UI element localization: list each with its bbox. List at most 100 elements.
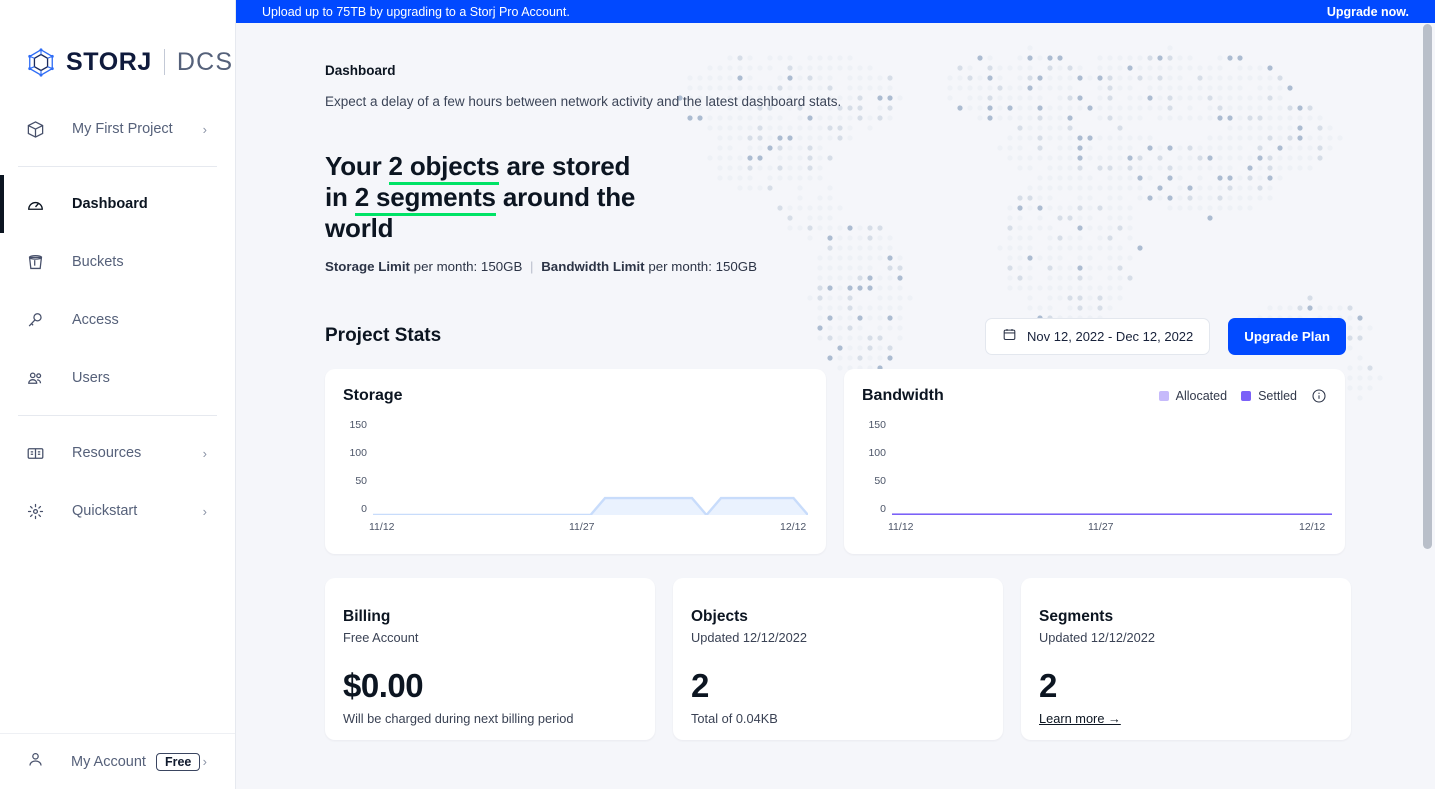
sidebar-item-project[interactable]: My First Project ›: [0, 100, 235, 158]
sidebar-item-dashboard[interactable]: Dashboard: [0, 175, 235, 233]
storage-area-series: [373, 425, 808, 515]
bandwidth-ytick-50: 50: [874, 474, 886, 487]
bucket-icon: [26, 253, 46, 272]
storage-limit-value: per month: 150GB: [413, 258, 523, 274]
product-name: DCS: [176, 47, 234, 76]
objects-card: Objects Updated 12/12/2022 2 Total of 0.…: [673, 577, 1003, 740]
page-scrollbar[interactable]: [1423, 24, 1432, 786]
sidebar-item-project-label: My First Project: [72, 121, 173, 137]
billing-card-value: $0.00: [343, 666, 424, 704]
page-title: Dashboard: [325, 63, 396, 78]
hero-lead: Your: [325, 151, 382, 181]
segments-card: Segments Updated 12/12/2022 2 Learn more…: [1021, 577, 1351, 740]
bandwidth-chart-plot[interactable]: 150 100 50 0 11/12 11/27 12/12: [862, 419, 1327, 537]
bandwidth-xtick-start: 11/12: [888, 520, 914, 533]
limits-line: Storage Limit per month: 150GB | Bandwid…: [325, 259, 1435, 274]
bandwidth-chart-header: Bandwidth Allocated Settled: [862, 387, 1327, 405]
bandwidth-chart-title: Bandwidth: [862, 386, 944, 404]
segments-learn-more-link[interactable]: Learn more →: [1039, 711, 1121, 726]
date-range-value: Nov 12, 2022 - Dec 12, 2022: [1027, 328, 1194, 344]
brand-name: STORJ: [66, 47, 152, 76]
segments-card-value: 2: [1039, 666, 1057, 704]
my-account-button[interactable]: My Account Free ›: [0, 733, 235, 789]
storage-chart-title: Storage: [343, 386, 403, 404]
plan-badge: Free: [155, 752, 201, 771]
bandwidth-line-series: [892, 425, 1332, 515]
project-stats-actions: Nov 12, 2022 - Dec 12, 2022 Upgrade Plan: [985, 317, 1346, 355]
bandwidth-legend: Allocated Settled: [1158, 388, 1327, 404]
summary-cards-row: Billing Free Account $0.00 Will be charg…: [325, 577, 1435, 740]
storage-chart-header: Storage: [343, 387, 808, 405]
gauge-icon: [26, 195, 46, 214]
billing-card-subtitle: Free Account: [343, 629, 419, 645]
sidebar-item-buckets[interactable]: Buckets: [0, 233, 235, 291]
users-icon: [26, 369, 46, 388]
chevron-right-icon: ›: [202, 754, 207, 769]
sidebar: STORJ DCS My First Project › Dashboard B…: [0, 0, 236, 789]
sidebar-item-quickstart-label: Quickstart: [72, 503, 138, 519]
legend-label-allocated: Allocated: [1175, 388, 1228, 403]
legend-swatch-settled: [1241, 390, 1252, 401]
objects-card-subtitle: Updated 12/12/2022: [691, 629, 807, 645]
info-icon[interactable]: [1311, 388, 1327, 404]
charts-row: Storage 150 100 50 0 11/12 11/27 12/12 B…: [325, 368, 1435, 554]
app-window: STORJ DCS My First Project › Dashboard B…: [0, 0, 1435, 789]
legend-item-allocated[interactable]: Allocated: [1158, 388, 1228, 403]
segments-card-subtitle: Updated 12/12/2022: [1039, 629, 1155, 645]
logo-divider: [163, 49, 165, 75]
upgrade-plan-button[interactable]: Upgrade Plan: [1228, 317, 1346, 355]
storage-ytick-100: 100: [349, 446, 367, 459]
sidebar-item-access[interactable]: Access: [0, 291, 235, 349]
book-icon: [26, 444, 46, 463]
upgrade-now-link[interactable]: Upgrade now.: [1327, 5, 1409, 19]
billing-card: Billing Free Account $0.00 Will be charg…: [325, 577, 655, 740]
sidebar-item-resources[interactable]: Resources ›: [0, 424, 235, 482]
person-icon: [26, 750, 45, 773]
bandwidth-xtick-end: 12/12: [1299, 520, 1326, 533]
bandwidth-ytick-150: 150: [868, 418, 886, 431]
bandwidth-xtick-mid: 11/27: [1088, 520, 1114, 533]
storage-ytick-150: 150: [349, 418, 367, 431]
storage-limit-label: Storage Limit: [325, 258, 410, 274]
storage-ytick-50: 50: [355, 474, 367, 487]
bandwidth-limit-label: Bandwidth Limit: [541, 258, 645, 274]
chevron-right-icon: ›: [202, 503, 207, 519]
scrollbar-thumb[interactable]: [1423, 24, 1432, 549]
sidebar-divider-2: [18, 415, 217, 416]
sparkle-icon: [26, 502, 46, 521]
sidebar-item-resources-label: Resources: [72, 445, 142, 461]
storage-chart-card: Storage 150 100 50 0 11/12 11/27 12/12: [325, 368, 826, 554]
storage-chart-plot[interactable]: 150 100 50 0 11/12 11/27 12/12: [343, 419, 808, 537]
bandwidth-ytick-100: 100: [868, 446, 886, 459]
sidebar-item-users-label: Users: [72, 370, 110, 386]
sidebar-item-users[interactable]: Users: [0, 349, 235, 407]
objects-card-footer: Total of 0.04KB: [691, 710, 778, 726]
date-range-picker[interactable]: Nov 12, 2022 - Dec 12, 2022: [985, 317, 1211, 355]
project-stats-header: Project Stats Nov 12, 2022 - Dec 12, 202…: [325, 317, 1346, 355]
storage-xtick-start: 11/12: [369, 520, 395, 533]
sidebar-item-access-label: Access: [72, 312, 119, 328]
chevron-right-icon: ›: [202, 121, 207, 137]
cube-icon: [26, 120, 46, 139]
upgrade-banner: Upload up to 75TB by upgrading to a Stor…: [236, 0, 1435, 23]
storj-logo-icon: [26, 47, 56, 77]
brand-logo[interactable]: STORJ DCS: [0, 0, 235, 92]
hero-objects-highlight: 2 objects: [388, 151, 500, 185]
storage-ytick-0: 0: [361, 502, 367, 515]
legend-label-settled: Settled: [1258, 388, 1297, 403]
dashboard-content: Dashboard Expect a delay of a few hours …: [236, 23, 1435, 740]
sidebar-item-quickstart[interactable]: Quickstart ›: [0, 482, 235, 540]
billing-card-footer: Will be charged during next billing peri…: [343, 710, 574, 726]
storage-xtick-end: 12/12: [780, 520, 807, 533]
sidebar-item-buckets-label: Buckets: [72, 254, 124, 270]
objects-card-value: 2: [691, 666, 709, 704]
limits-divider: |: [530, 258, 534, 274]
chevron-right-icon: ›: [202, 445, 207, 461]
legend-swatch-allocated: [1158, 390, 1169, 401]
segments-card-title: Segments: [1039, 607, 1114, 625]
project-stats-title: Project Stats: [325, 325, 442, 347]
page-subtitle: Expect a delay of a few hours between ne…: [325, 94, 842, 109]
legend-item-settled[interactable]: Settled: [1241, 389, 1297, 403]
key-icon: [26, 311, 46, 330]
objects-card-title: Objects: [691, 607, 748, 625]
